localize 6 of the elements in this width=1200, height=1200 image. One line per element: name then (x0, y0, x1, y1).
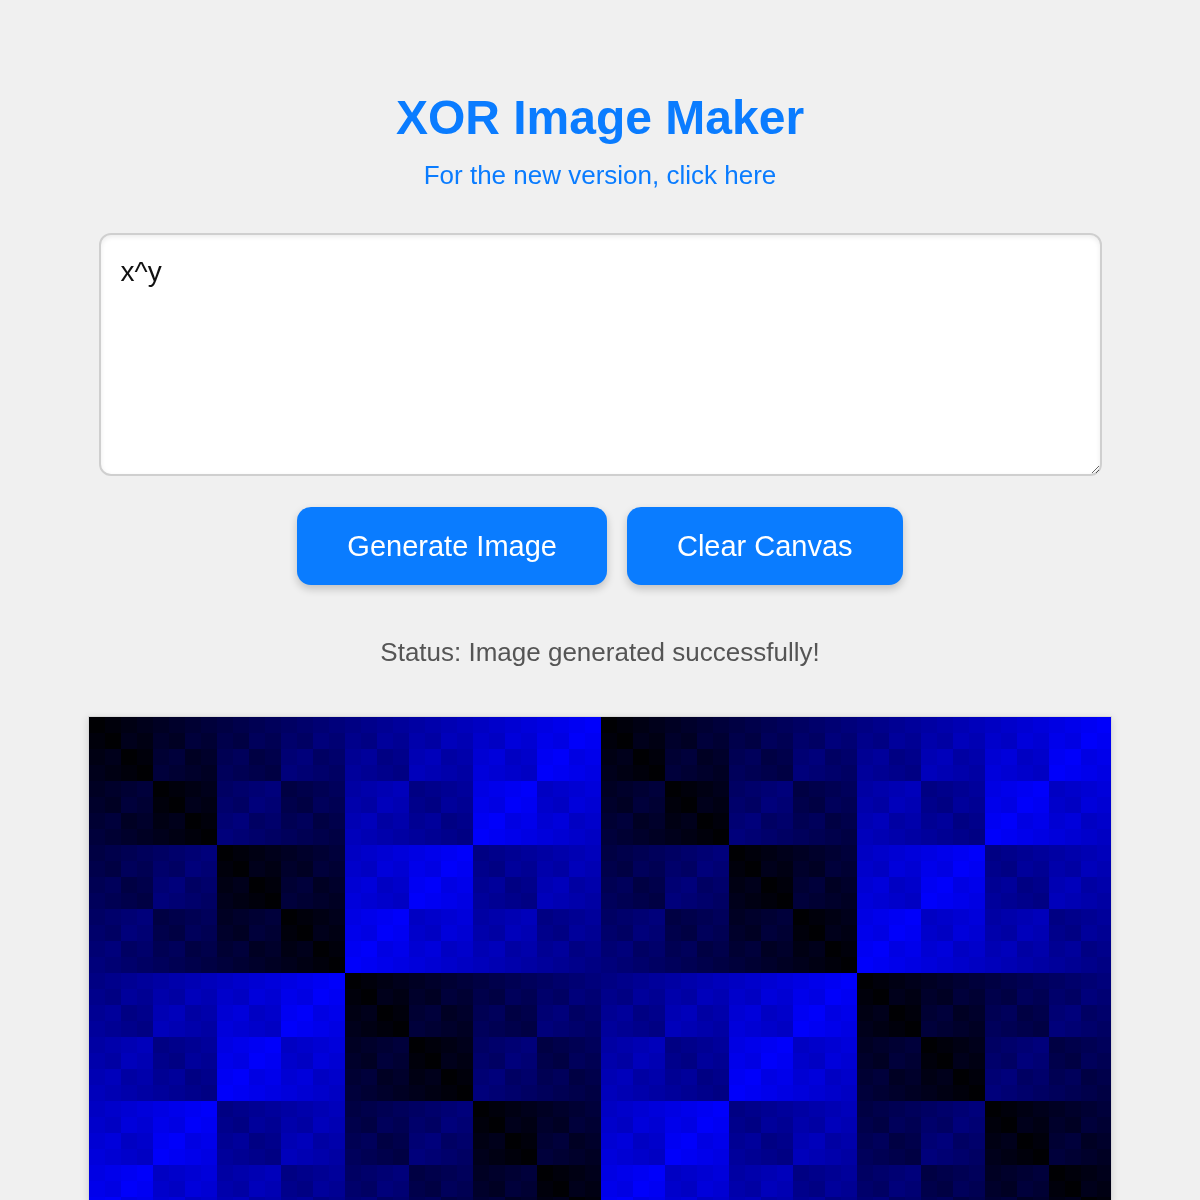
generate-image-button[interactable]: Generate Image (297, 507, 607, 585)
status-message: Status: Image generated successfully! (380, 636, 820, 669)
clear-canvas-button[interactable]: Clear Canvas (626, 507, 903, 585)
page-title: XOR Image Maker (395, 90, 805, 146)
new-version-link[interactable]: For the new version, click here (423, 158, 777, 192)
expression-field[interactable]: x^y (98, 233, 1102, 476)
